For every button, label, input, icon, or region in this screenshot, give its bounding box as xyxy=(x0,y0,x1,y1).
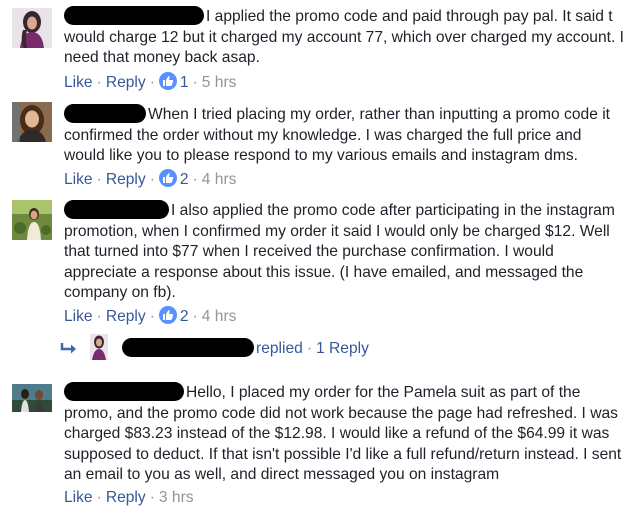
separator-dot: · xyxy=(149,308,155,325)
separator-dot: · xyxy=(192,171,198,188)
redacted-name xyxy=(64,200,169,219)
timestamp[interactable]: 4 hrs xyxy=(202,171,237,188)
profile-photo-icon xyxy=(12,8,52,48)
timestamp[interactable]: 5 hrs xyxy=(202,74,237,91)
reply-link[interactable]: Reply xyxy=(106,171,146,188)
comment-body: I applied the promo code and paid throug… xyxy=(64,6,624,69)
profile-photo-icon xyxy=(12,200,52,240)
profile-photo-icon xyxy=(90,334,108,360)
reaction-count[interactable]: 2 xyxy=(180,171,189,188)
avatar[interactable] xyxy=(12,384,52,412)
reply-link[interactable]: Reply xyxy=(106,74,146,91)
comment-actions: Like · Reply · 1 · 5 hrs xyxy=(64,72,236,92)
comment-actions: Like · Reply · 2 · 4 hrs xyxy=(64,306,236,326)
comment-body: I also applied the promo code after part… xyxy=(64,200,624,304)
reply-link[interactable]: Reply xyxy=(106,489,146,506)
comment-body: When I tried placing my order, rather th… xyxy=(64,104,624,167)
separator-dot: · xyxy=(96,489,102,506)
avatar[interactable] xyxy=(90,334,108,360)
avatar[interactable] xyxy=(12,102,52,142)
timestamp[interactable]: 4 hrs xyxy=(202,308,237,325)
comment-actions: Like · Reply · 3 hrs xyxy=(64,488,194,508)
replies-summary[interactable]: replied · 1 Reply xyxy=(60,334,620,364)
timestamp[interactable]: 3 hrs xyxy=(159,489,194,506)
replied-label[interactable]: replied xyxy=(256,340,303,357)
like-link[interactable]: Like xyxy=(64,171,93,188)
like-link[interactable]: Like xyxy=(64,489,93,506)
redacted-name xyxy=(64,6,204,25)
redacted-name xyxy=(122,338,254,357)
like-link[interactable]: Like xyxy=(64,308,93,325)
redacted-name xyxy=(64,104,146,123)
comment-body: Hello, I placed my order for the Pamela … xyxy=(64,382,624,486)
reply-count-link[interactable]: 1 Reply xyxy=(316,340,369,357)
comment-actions: Like · Reply · 2 · 4 hrs xyxy=(64,169,236,189)
like-reaction-icon[interactable] xyxy=(158,306,177,324)
profile-photo-icon xyxy=(12,102,52,142)
separator-dot: · xyxy=(149,74,155,91)
separator-dot: · xyxy=(149,489,155,506)
like-reaction-icon[interactable] xyxy=(158,72,177,90)
separator-dot: · xyxy=(192,74,198,91)
replies-text[interactable]: replied · 1 Reply xyxy=(122,338,369,359)
separator-dot: · xyxy=(96,74,102,91)
separator-dot: · xyxy=(306,340,313,357)
reaction-count[interactable]: 2 xyxy=(180,308,189,325)
reaction-count[interactable]: 1 xyxy=(180,74,189,91)
profile-photo-icon xyxy=(12,384,52,412)
separator-dot: · xyxy=(149,171,155,188)
avatar[interactable] xyxy=(12,200,52,240)
separator-dot: · xyxy=(96,308,102,325)
separator-dot: · xyxy=(192,308,198,325)
reply-arrow-icon xyxy=(60,343,76,354)
avatar[interactable] xyxy=(12,8,52,48)
redacted-name xyxy=(64,382,184,401)
separator-dot: · xyxy=(96,171,102,188)
like-link[interactable]: Like xyxy=(64,74,93,91)
like-reaction-icon[interactable] xyxy=(158,169,177,187)
reply-link[interactable]: Reply xyxy=(106,308,146,325)
